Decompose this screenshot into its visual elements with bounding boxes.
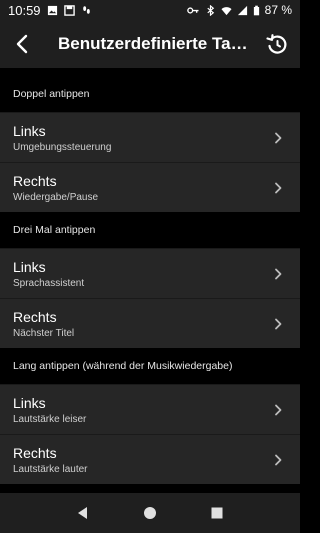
row-subtitle: Nächster Titel: [13, 327, 75, 339]
back-button[interactable]: [0, 20, 44, 68]
row-subtitle: Sprachassistent: [13, 277, 85, 289]
reset-icon: [266, 34, 287, 54]
row-title: Rechts: [13, 444, 57, 461]
nav-recents-button[interactable]: [209, 505, 225, 521]
battery-percent: 87 %: [264, 3, 292, 17]
app-header: Benutzerdefinierte Tast…: [0, 20, 300, 68]
row-subtitle: Lautstärke lauter: [13, 463, 88, 475]
status-bar: 10:59 87 %: [0, 0, 300, 20]
row-subtitle: Wiedergabe/Pause: [13, 191, 99, 203]
row-title: Links: [13, 258, 46, 275]
footsteps-icon: [82, 5, 90, 14]
row-title: Rechts: [13, 308, 57, 325]
status-time: 10:59: [8, 2, 41, 18]
chevron-right-icon: [275, 132, 282, 143]
chevron-right-icon: [275, 454, 282, 465]
nav-back-button[interactable]: [75, 505, 91, 521]
section-header-double-tap: Doppel antippen: [13, 88, 90, 100]
battery-icon: [253, 5, 259, 15]
list-item-long-press-right[interactable]: Rechts Lautstärke lauter: [0, 434, 300, 484]
row-subtitle: Lautstärke leiser: [13, 413, 87, 425]
section-header-long-press: Lang antippen (während der Musikwiederga…: [13, 360, 233, 372]
list-item-double-tap-right[interactable]: Rechts Wiedergabe/Pause: [0, 162, 300, 212]
row-title: Links: [13, 394, 46, 411]
wifi-icon: [221, 6, 232, 15]
nav-home-button[interactable]: [142, 505, 158, 521]
list-item-triple-tap-left[interactable]: Links Sprachassistent: [0, 248, 300, 298]
list-item-long-press-left[interactable]: Links Lautstärke leiser: [0, 384, 300, 434]
list-item-double-tap-left[interactable]: Links Umgebungssteuerung: [0, 112, 300, 162]
page-title: Benutzerdefinierte Tast…: [58, 34, 254, 53]
signal-icon: [237, 5, 247, 15]
bluetooth-icon: [207, 4, 214, 16]
chevron-right-icon: [275, 404, 282, 415]
list-item-triple-tap-right[interactable]: Rechts Nächster Titel: [0, 298, 300, 348]
row-subtitle: Umgebungssteuerung: [13, 141, 112, 153]
reset-button[interactable]: [254, 20, 300, 68]
system-nav-bar: [0, 493, 300, 533]
row-title: Rechts: [13, 172, 57, 189]
row-title: Links: [13, 122, 46, 139]
chevron-right-icon: [275, 182, 282, 193]
save-icon: [63, 4, 75, 16]
settings-list: Doppel antippen Links Umgebungssteuerung…: [0, 68, 300, 493]
back-arrow-icon: [16, 34, 28, 54]
chevron-right-icon: [275, 318, 282, 329]
chevron-right-icon: [275, 268, 282, 279]
image-icon: [47, 5, 57, 15]
key-icon: [186, 6, 199, 14]
section-header-triple-tap: Drei Mal antippen: [13, 224, 96, 236]
